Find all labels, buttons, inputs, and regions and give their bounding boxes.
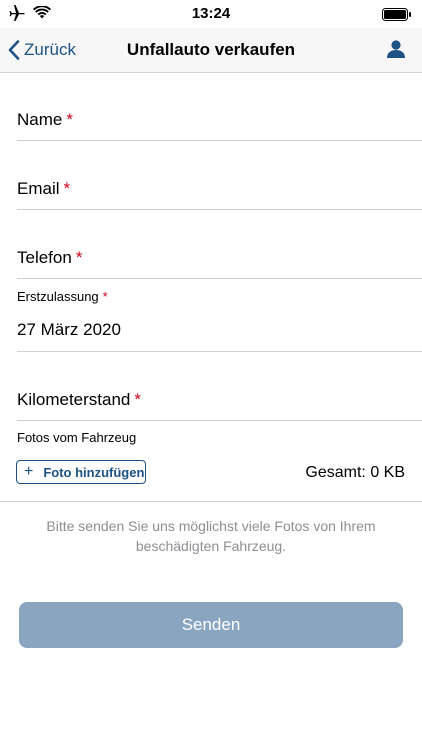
plus-icon: +	[24, 463, 34, 480]
photo-hint: Bitte senden Sie uns möglichst viele Fot…	[46, 518, 376, 554]
photos-section: Fotos vom Fahrzeug + Foto hinzufügen Ges…	[0, 428, 422, 502]
user-icon[interactable]	[386, 39, 406, 64]
navigation-bar: Zurück Unfallauto verkaufen	[0, 28, 422, 73]
required-marker: *	[66, 110, 73, 129]
required-marker: *	[134, 390, 142, 409]
required-marker: *	[75, 248, 83, 267]
email-label: Email	[17, 179, 60, 198]
phone-field[interactable]: Telefon *	[17, 210, 422, 279]
add-photo-label: Foto hinzufügen	[43, 464, 145, 480]
phone-label: Telefon	[17, 248, 72, 267]
name-field[interactable]: Name *	[17, 72, 422, 141]
phone-label-wrap: Telefon *	[17, 248, 82, 268]
registration-date-field[interactable]: Erstzulassung * 27 März 2020	[17, 279, 422, 352]
registration-label-wrap: Erstzulassung *	[17, 289, 108, 304]
required-marker: *	[63, 179, 71, 198]
registration-value: 27 März 2020	[17, 320, 121, 339]
status-bar: 13:24	[0, 0, 422, 28]
add-photo-button[interactable]: + Foto hinzufügen	[16, 460, 146, 484]
battery-icon	[382, 8, 412, 26]
name-label-wrap: Name *	[17, 110, 73, 130]
send-button[interactable]: Senden	[19, 602, 403, 648]
status-time: 13:24	[191, 5, 231, 22]
page-title: Unfallauto verkaufen	[126, 40, 296, 59]
name-label: Name	[17, 110, 63, 129]
mileage-label: Kilometerstand	[17, 390, 131, 409]
photos-label: Fotos vom Fahrzeug	[17, 430, 137, 445]
total-size: Gesamt: 0 KB	[305, 464, 405, 481]
send-label: Senden	[181, 615, 241, 634]
required-marker: *	[102, 289, 108, 304]
registration-label: Erstzulassung	[17, 289, 99, 304]
mileage-label-wrap: Kilometerstand *	[17, 390, 141, 410]
email-field[interactable]: Email *	[17, 141, 422, 210]
email-label-wrap: Email *	[17, 179, 70, 199]
mileage-field[interactable]: Kilometerstand *	[17, 352, 422, 421]
